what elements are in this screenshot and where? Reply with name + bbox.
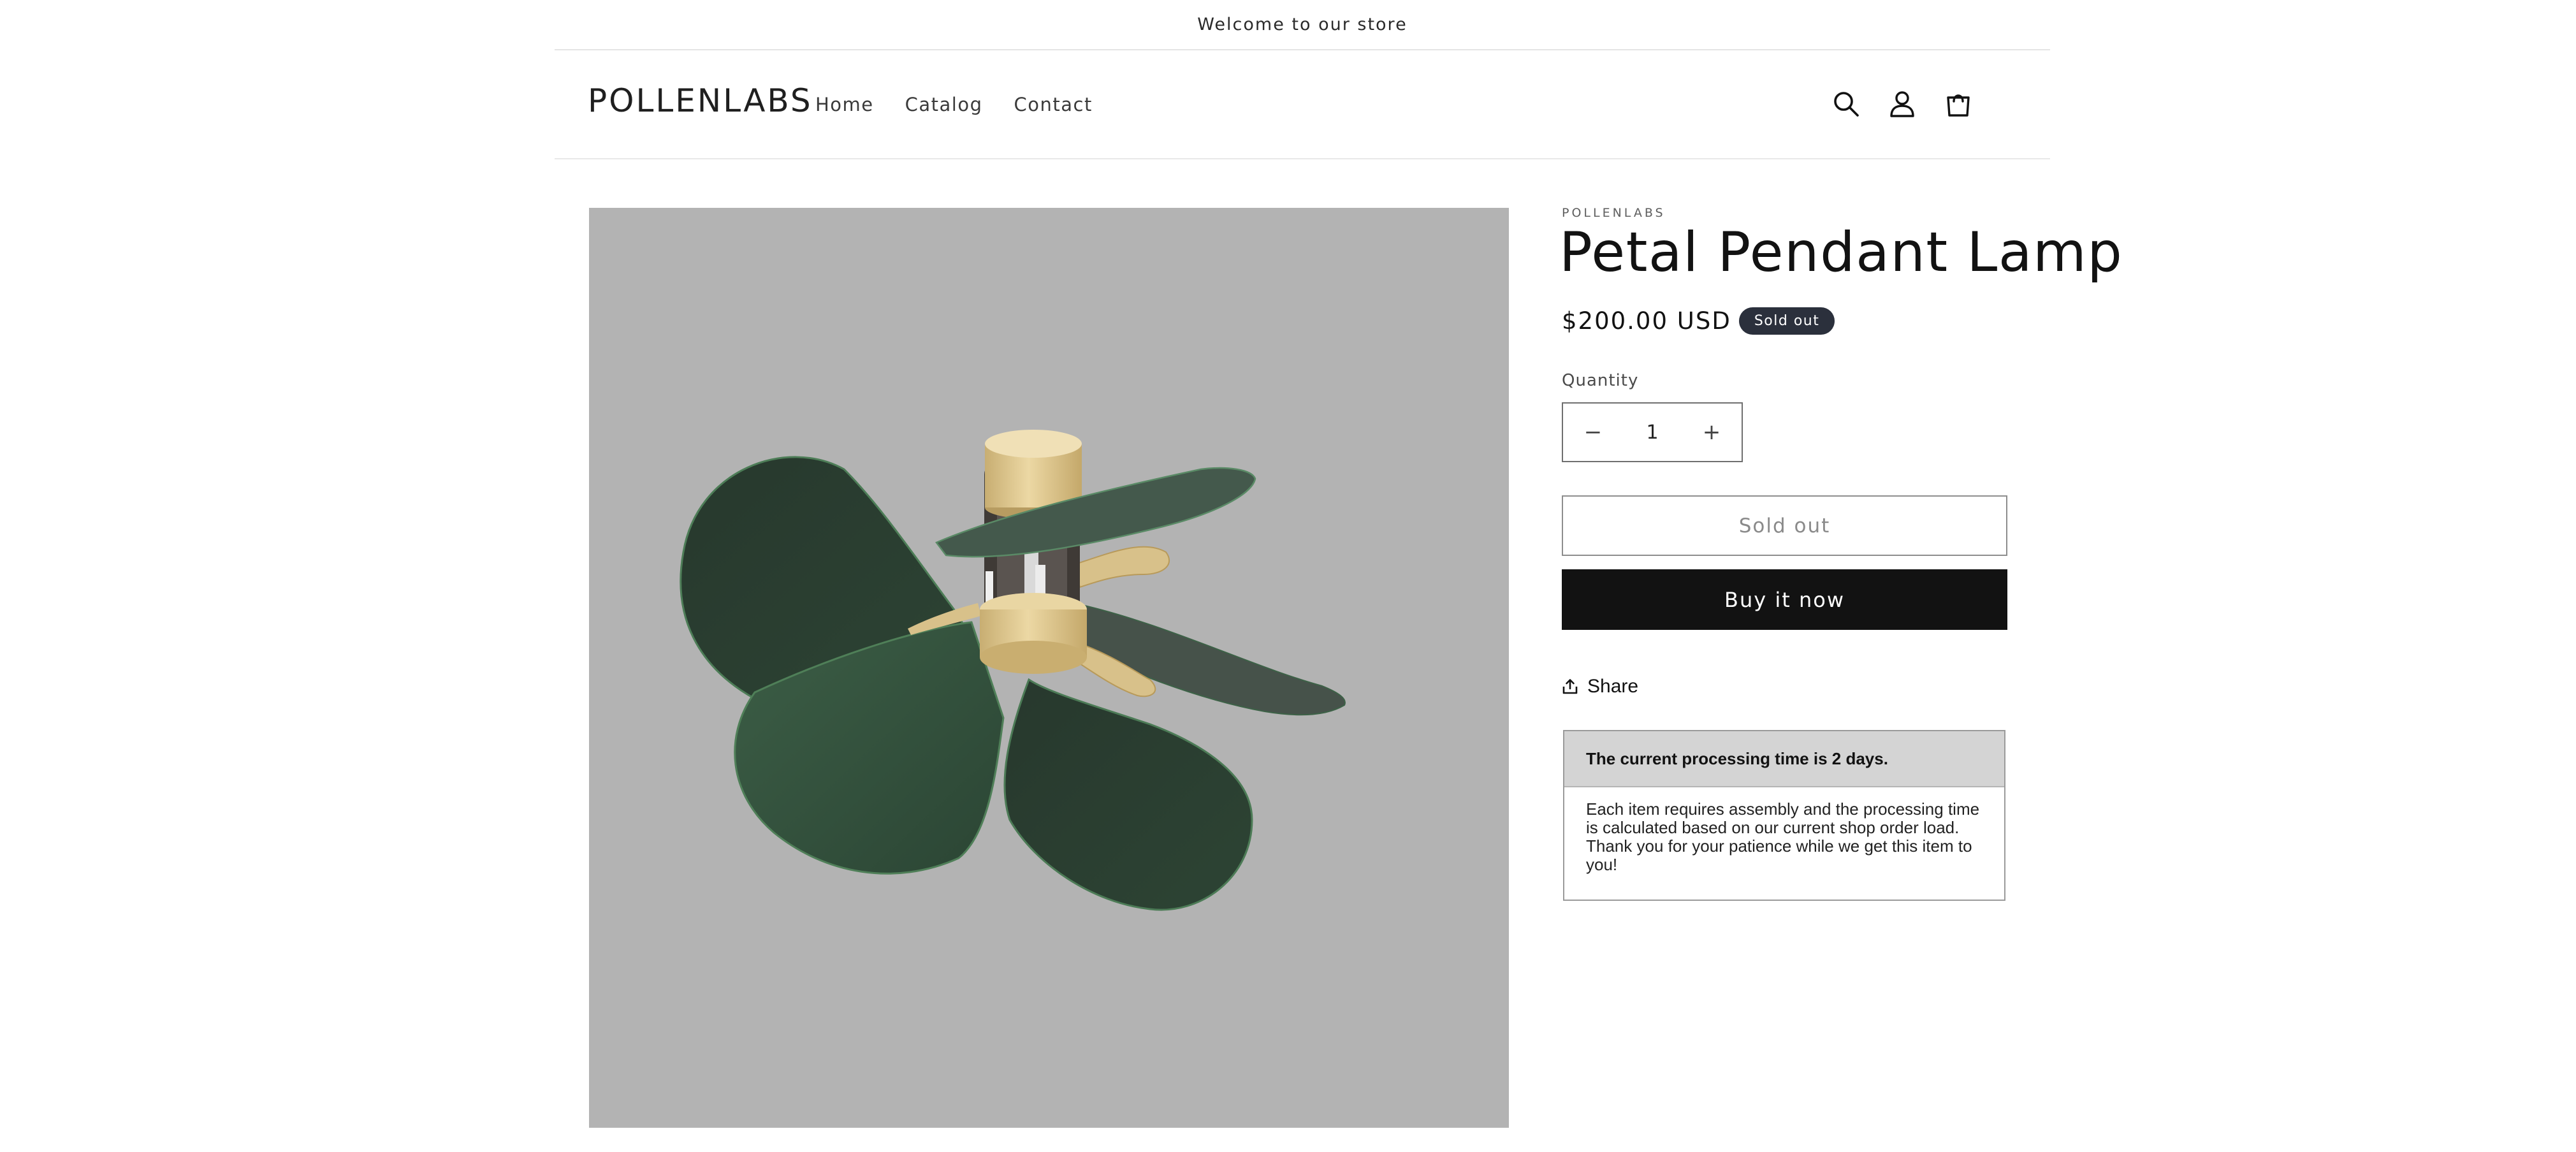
account-icon (1890, 91, 1914, 117)
nav-link-contact[interactable]: Contact (1014, 94, 1093, 115)
quantity-input[interactable]: 1 (1623, 421, 1682, 444)
product-title: Petal Pendant Lamp (1559, 221, 2123, 284)
buy-it-now-button[interactable]: Buy it now (1562, 569, 2007, 630)
sold-out-badge: Sold out (1738, 307, 1835, 335)
notice-heading: The current processing time is 2 days. (1564, 731, 2004, 787)
plus-icon: + (1702, 419, 1721, 445)
announcement-text: Welcome to our store (1197, 15, 1408, 34)
product-vendor: POLLENLABS (1562, 206, 1666, 220)
cart-icon (1947, 94, 1970, 117)
processing-time-notice: The current processing time is 2 days. E… (1563, 730, 2005, 901)
store-page: Welcome to our store POLLENLABS Home Cat… (0, 0, 2576, 1152)
quantity-decrease-button[interactable]: − (1563, 404, 1623, 461)
announcement-bar: Welcome to our store (555, 0, 2050, 50)
store-logo[interactable]: POLLENLABS (588, 82, 813, 119)
price-row: $200.00 USD Sold out (1562, 307, 1835, 335)
search-button[interactable] (1826, 84, 1867, 124)
sold-out-button[interactable]: Sold out (1562, 495, 2007, 556)
pendant-lamp-image (680, 430, 1346, 911)
search-icon (1834, 92, 1859, 117)
share-label: Share (1587, 676, 1639, 697)
share-icon (1562, 679, 1578, 694)
minus-icon: − (1583, 419, 1603, 445)
nav-link-home[interactable]: Home (815, 94, 874, 115)
site-header: POLLENLABS Home Catalog Contact (555, 50, 2050, 159)
share-button[interactable]: Share (1562, 676, 1638, 697)
nav-link-catalog[interactable]: Catalog (905, 94, 983, 115)
account-button[interactable] (1882, 84, 1923, 124)
quantity-label: Quantity (1562, 371, 1639, 390)
notice-body: Each item requires assembly and the proc… (1586, 799, 1980, 874)
quantity-stepper: − 1 + (1562, 402, 1743, 462)
quantity-increase-button[interactable]: + (1682, 404, 1742, 461)
product-image[interactable] (589, 208, 1509, 1128)
cart-button[interactable] (1938, 84, 1979, 124)
product-price: $200.00 USD (1562, 307, 1731, 335)
main-nav: Home Catalog Contact (815, 50, 1093, 158)
